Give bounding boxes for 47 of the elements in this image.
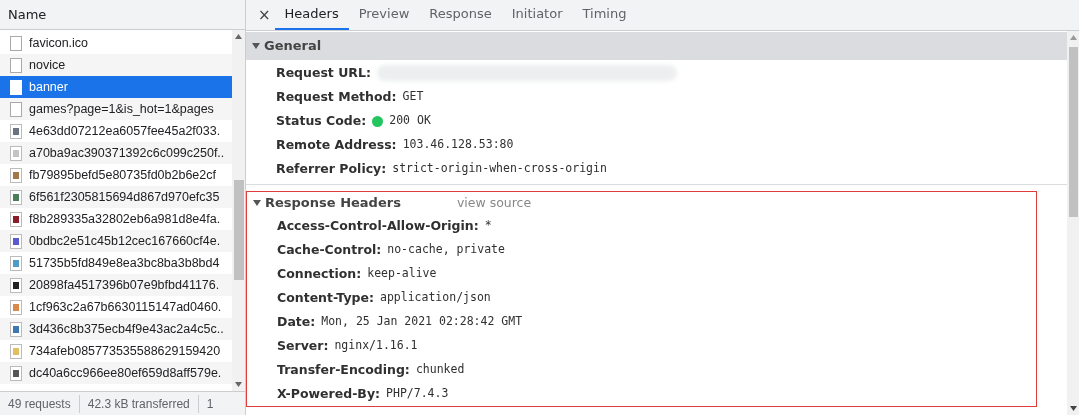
- request-row[interactable]: 3d436c8b375ecb4f9e43ac2a4c5c..: [0, 318, 232, 340]
- column-header[interactable]: Name: [8, 4, 47, 25]
- header-value: GET: [402, 88, 424, 106]
- tab[interactable]: Preview: [348, 0, 420, 30]
- status-text: 42.3 kB transferred: [79, 394, 199, 413]
- header-name: Server:: [277, 336, 329, 355]
- header-name: Content-Type:: [277, 288, 374, 307]
- request-row[interactable]: 0bdbc2e51c45b12cec167660cf4e.: [0, 230, 232, 252]
- section-title: Response Headers: [265, 194, 401, 213]
- header-value: Mon, 25 Jan 2021 02:28:42 GMT: [321, 313, 523, 331]
- request-row[interactable]: novice: [0, 54, 232, 76]
- header-value: chunked: [415, 361, 465, 379]
- tab[interactable]: Response: [419, 0, 502, 30]
- header-value: *: [484, 217, 492, 235]
- header-name: Request Method:: [276, 87, 397, 106]
- header-name: Remote Address:: [276, 135, 397, 154]
- tab[interactable]: Timing: [572, 0, 637, 30]
- request-row[interactable]: 20898fa4517396b07e9bfbd41176.: [0, 274, 232, 296]
- status-text: 1: [205, 395, 215, 413]
- request-row[interactable]: a70ba9ac390371392c6c099c250f..: [0, 142, 232, 164]
- request-row[interactable]: dc40a6cc966ee80ef659d8aff579e.: [0, 362, 232, 384]
- header-value: 200 OK: [389, 112, 431, 130]
- status-text: 49 requests: [0, 394, 80, 413]
- header-value: nginx/1.16.1: [334, 337, 418, 355]
- header-value: no-cache, private: [387, 241, 505, 259]
- header-value: PHP/7.4.3: [386, 385, 449, 403]
- section-header[interactable]: General: [246, 32, 1067, 60]
- header-name: X-Powered-By:: [277, 384, 381, 403]
- header-name: Transfer-Encoding:: [277, 360, 410, 379]
- header-name: Referrer Policy:: [276, 159, 387, 178]
- request-row[interactable]: games?page=1&is_hot=1&pages: [0, 98, 232, 120]
- header-name: Access-Control-Allow-Origin:: [277, 216, 479, 235]
- header-name: Cache-Control:: [277, 240, 382, 259]
- header-name: Status Code:: [276, 111, 367, 130]
- request-row[interactable]: 6f561f2305815694d867d970efc35: [0, 186, 232, 208]
- header-value: application/json: [379, 289, 491, 307]
- tab[interactable]: Initiator: [501, 0, 573, 30]
- header-value: keep-alive: [367, 265, 437, 283]
- header-name: Date:: [277, 312, 316, 331]
- view-source-link[interactable]: view source: [456, 193, 532, 213]
- header-name: Connection:: [277, 264, 362, 283]
- header-name: Request URL:: [276, 63, 371, 82]
- request-row[interactable]: banner: [0, 76, 232, 98]
- header-value: 103.46.128.53:80: [402, 136, 514, 154]
- close-button[interactable]: ×: [254, 3, 275, 27]
- tab[interactable]: Headers: [274, 0, 349, 30]
- header-value: strict-origin-when-cross-origin: [392, 160, 607, 178]
